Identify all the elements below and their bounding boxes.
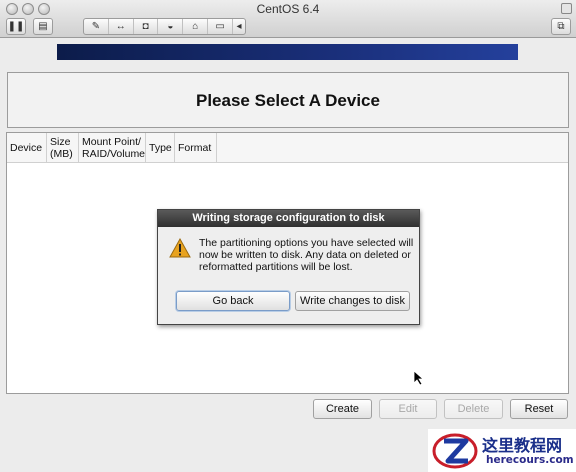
watermark-url: herecours.com — [486, 454, 574, 466]
watermark-logo-icon — [432, 433, 478, 469]
dialog-message: The partitioning options you have select… — [199, 237, 414, 273]
usb-icon[interactable]: ⌂ — [183, 19, 209, 34]
column-size-label: Size (MB) — [50, 135, 73, 160]
column-device[interactable]: Device — [7, 133, 47, 162]
pause-button[interactable]: ❚❚ — [6, 18, 26, 35]
watermark-chinese-text: 这里教程网 — [482, 436, 563, 455]
fullscreen-button[interactable] — [561, 3, 572, 14]
dialog-title: Writing storage configuration to disk — [158, 210, 419, 227]
settings-icon: ▤ — [38, 21, 48, 32]
window-mode-button[interactable]: ⧉ — [551, 18, 571, 35]
write-changes-button[interactable]: Write changes to disk — [295, 291, 410, 311]
pause-icon: ❚❚ — [7, 21, 25, 32]
window-title: CentOS 6.4 — [256, 2, 320, 16]
column-mount-label: Mount Point/ RAID/Volume — [82, 135, 146, 160]
settings-button[interactable]: ▤ — [33, 18, 53, 35]
column-type[interactable]: Type — [146, 133, 175, 162]
device-toolbar: ✎ ↔ ◘ ◒ ⌂ ▭ ◂ — [83, 18, 246, 35]
column-mount-point[interactable]: Mount Point/ RAID/Volume — [79, 133, 146, 162]
window-titlebar: CentOS 6.4 ❚❚ ▤ ✎ ↔ ◘ ◒ ⌂ ▭ ◂ ⧉ — [0, 0, 576, 38]
write-storage-dialog: Writing storage configuration to disk Th… — [157, 209, 420, 325]
chevron-left-icon[interactable]: ◂ — [233, 19, 245, 34]
hdd-icon[interactable]: ◒ — [158, 19, 184, 34]
column-format[interactable]: Format — [175, 133, 217, 162]
reset-button[interactable]: Reset — [510, 399, 568, 419]
warning-icon — [169, 238, 191, 258]
network-icon[interactable]: ↔ — [109, 19, 134, 34]
watermark: 这里教程网 herecours.com — [428, 429, 576, 472]
mouse-cursor-icon — [413, 370, 425, 386]
create-button[interactable]: Create — [313, 399, 372, 419]
column-size[interactable]: Size (MB) — [47, 133, 79, 162]
go-back-button[interactable]: Go back — [176, 291, 290, 311]
table-header: Device Size (MB) Mount Point/ RAID/Volum… — [7, 133, 568, 163]
installer-progress-banner — [57, 44, 518, 60]
shared-folder-icon[interactable]: ▭ — [208, 19, 233, 34]
edit-button[interactable]: Edit — [379, 399, 437, 419]
cd-icon[interactable]: ◘ — [134, 19, 159, 34]
wrench-icon[interactable]: ✎ — [84, 19, 109, 34]
window-icon: ⧉ — [557, 21, 565, 32]
header-panel: Please Select A Device — [7, 72, 569, 128]
delete-button[interactable]: Delete — [444, 399, 503, 419]
page-title: Please Select A Device — [196, 91, 380, 110]
